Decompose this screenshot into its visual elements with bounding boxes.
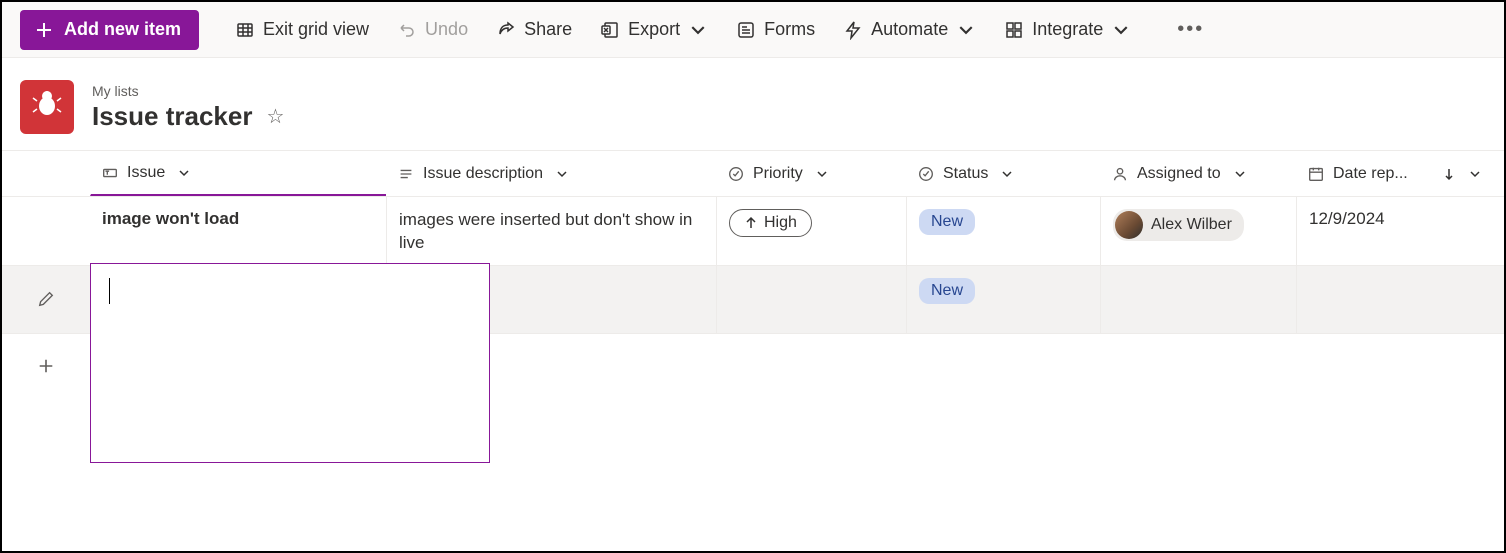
cell-status[interactable]: New	[906, 197, 1100, 265]
text-caret	[109, 278, 110, 304]
column-label: Assigned to	[1137, 165, 1221, 183]
cell-issue[interactable]: image won't load	[90, 197, 386, 265]
cell-status[interactable]: New	[906, 266, 1100, 333]
priority-label: High	[764, 214, 797, 232]
column-header-assigned[interactable]: Assigned to	[1100, 151, 1296, 196]
export-label: Export	[628, 19, 680, 40]
chevron-down-icon	[815, 167, 829, 181]
row-gutter[interactable]	[2, 266, 90, 333]
choice-icon	[917, 165, 935, 183]
forms-label: Forms	[764, 19, 815, 40]
cell-date[interactable]: 12/9/2024	[1296, 197, 1496, 265]
list-icon-bug	[20, 80, 74, 134]
column-header-priority[interactable]: Priority	[716, 151, 906, 196]
column-header-description[interactable]: Issue description	[386, 151, 716, 196]
favorite-star-button[interactable]: ☆	[266, 104, 284, 129]
data-grid: Issue Issue description Priority Status …	[2, 150, 1504, 398]
grid-header-row: Issue Issue description Priority Status …	[2, 151, 1504, 197]
column-label: Issue	[127, 164, 165, 182]
more-button[interactable]: •••	[1167, 10, 1214, 50]
choice-icon	[727, 165, 745, 183]
grid-icon	[235, 20, 255, 40]
table-row[interactable]: image won't load images were inserted bu…	[2, 197, 1504, 266]
chevron-down-icon	[1468, 167, 1482, 181]
automate-button[interactable]: Automate	[833, 10, 986, 50]
column-label: Date rep...	[1333, 165, 1408, 183]
command-bar: Add new item Exit grid view Undo Share E…	[2, 2, 1504, 58]
exit-grid-view-label: Exit grid view	[263, 19, 369, 40]
cell-date[interactable]	[1296, 266, 1496, 333]
column-header-date[interactable]: Date rep...	[1296, 151, 1496, 196]
integrate-icon	[1004, 20, 1024, 40]
bug-icon	[31, 87, 63, 127]
person-name: Alex Wilber	[1151, 216, 1232, 234]
forms-button[interactable]: Forms	[726, 10, 825, 50]
calendar-icon	[1307, 165, 1325, 183]
chevron-down-icon	[1233, 167, 1247, 181]
breadcrumb[interactable]: My lists	[92, 83, 284, 99]
person-icon	[1111, 165, 1129, 183]
plus-icon	[37, 357, 55, 375]
exit-grid-view-button[interactable]: Exit grid view	[225, 10, 379, 50]
automate-icon	[843, 20, 863, 40]
integrate-label: Integrate	[1032, 19, 1103, 40]
cell-assigned[interactable]	[1100, 266, 1296, 333]
automate-label: Automate	[871, 19, 948, 40]
more-icon: •••	[1177, 18, 1204, 41]
add-new-item-label: Add new item	[64, 19, 181, 40]
status-tag: New	[919, 209, 975, 235]
forms-icon	[736, 20, 756, 40]
undo-icon	[397, 20, 417, 40]
person-pill: Alex Wilber	[1113, 209, 1244, 241]
list-header: My lists Issue tracker ☆	[2, 58, 1504, 150]
cell-priority[interactable]: High	[716, 197, 906, 265]
share-button[interactable]: Share	[486, 10, 582, 50]
row-gutter	[2, 151, 90, 196]
avatar	[1115, 211, 1143, 239]
share-label: Share	[524, 19, 572, 40]
share-icon	[496, 20, 516, 40]
column-label: Priority	[753, 165, 803, 183]
chevron-down-icon	[555, 167, 569, 181]
add-row-button[interactable]	[2, 357, 90, 375]
status-tag: New	[919, 278, 975, 304]
arrow-up-icon	[744, 216, 758, 230]
export-button[interactable]: Export	[590, 10, 718, 50]
cell-assigned[interactable]: Alex Wilber	[1100, 197, 1296, 265]
issue-edit-input[interactable]	[90, 263, 490, 463]
text-field-icon	[101, 164, 119, 182]
sort-down-icon	[1442, 167, 1456, 181]
cell-priority[interactable]	[716, 266, 906, 333]
multiline-text-icon	[397, 165, 415, 183]
undo-label: Undo	[425, 19, 468, 40]
column-label: Status	[943, 165, 988, 183]
chevron-down-icon	[1111, 20, 1131, 40]
chevron-down-icon	[956, 20, 976, 40]
integrate-button[interactable]: Integrate	[994, 10, 1141, 50]
priority-pill: High	[729, 209, 812, 237]
chevron-down-icon	[688, 20, 708, 40]
column-header-issue[interactable]: Issue	[90, 151, 386, 196]
column-label: Issue description	[423, 165, 543, 183]
chevron-down-icon	[1000, 167, 1014, 181]
cell-description[interactable]: images were inserted but don't show in l…	[386, 197, 716, 265]
add-new-item-button[interactable]: Add new item	[20, 10, 199, 50]
page-title: Issue tracker	[92, 101, 252, 132]
export-icon	[600, 20, 620, 40]
undo-button[interactable]: Undo	[387, 10, 478, 50]
chevron-down-icon	[177, 166, 191, 180]
column-header-status[interactable]: Status	[906, 151, 1100, 196]
plus-icon	[34, 20, 54, 40]
edit-icon	[37, 290, 55, 308]
